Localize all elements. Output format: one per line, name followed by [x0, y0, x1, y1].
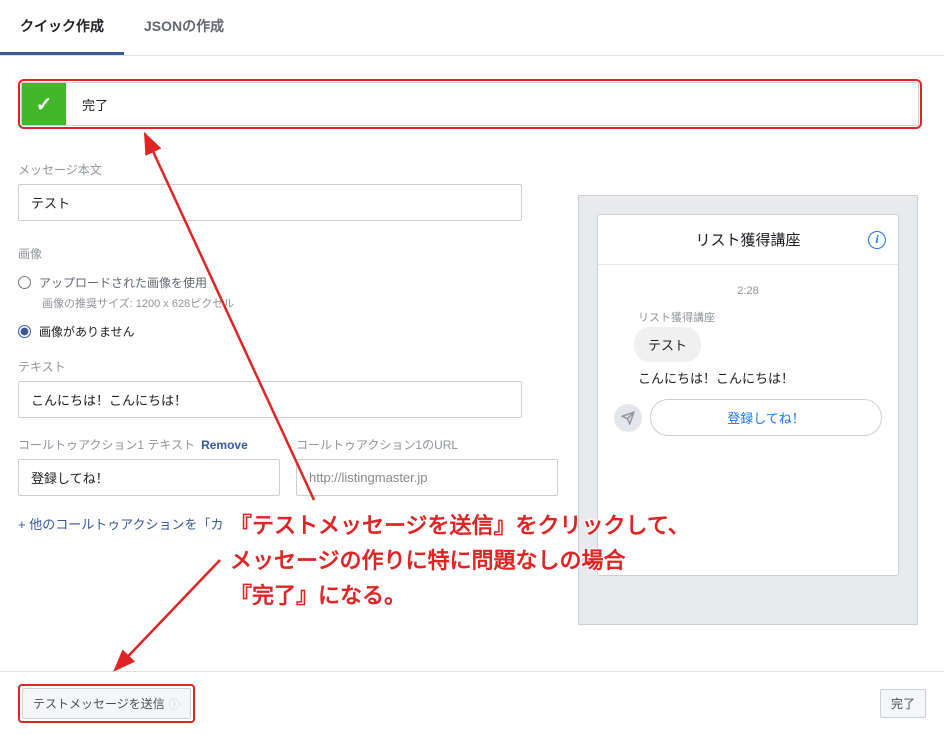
preview-panel: リスト獲得講座 i 2:28 リスト獲得講座 テスト こんにちは！こんにちは！ … — [578, 195, 918, 625]
done-button[interactable]: 完了 — [880, 689, 926, 718]
footer-bar: テストメッセージを送信 ⓘ 完了 — [0, 671, 944, 735]
radio-no-image[interactable]: 画像がありません — [18, 323, 558, 340]
radio-no-image-input[interactable] — [18, 325, 31, 338]
radio-uploaded-image[interactable]: アップロードされた画像を使用 — [18, 274, 558, 291]
preview-sender: リスト獲得講座 — [638, 309, 882, 325]
status-text: 完了 — [66, 95, 108, 114]
tabs-bar: クイック作成 JSONの作成 — [0, 0, 944, 56]
tab-json-create[interactable]: JSONの作成 — [124, 0, 244, 55]
annotation-box-status: ✓ 完了 — [18, 79, 922, 129]
cta1-text-input[interactable] — [18, 459, 280, 496]
text-label: テキスト — [18, 358, 558, 375]
message-body-label: メッセージ本文 — [18, 161, 558, 178]
check-icon: ✓ — [22, 83, 66, 125]
annotation-box-test: テストメッセージを送信 ⓘ — [18, 684, 195, 723]
preview-time: 2:28 — [614, 285, 882, 297]
preview-text-line: こんにちは！こんにちは！ — [638, 368, 882, 387]
help-icon: ⓘ — [169, 696, 180, 712]
test-message-button[interactable]: テストメッセージを送信 ⓘ — [22, 688, 191, 719]
status-banner: ✓ 完了 — [21, 82, 919, 126]
preview-title: リスト獲得講座 — [695, 229, 800, 250]
cta1-url-label: コールトゥアクション1のURL — [296, 436, 458, 453]
image-size-hint: 画像の推奨サイズ: 1200 x 628ピクセル — [42, 295, 558, 311]
nav-arrow-icon — [614, 404, 642, 432]
preview-cta-button[interactable]: 登録してね！ — [650, 399, 882, 436]
cta1-text-label: コールトゥアクション1 テキスト — [18, 436, 195, 453]
cta1-url-input[interactable] — [296, 459, 558, 496]
radio-uploaded-image-input[interactable] — [18, 276, 31, 289]
radio-no-image-label: 画像がありません — [39, 323, 135, 340]
add-cta-link[interactable]: + 他のコールトゥアクションを「カ — [18, 514, 558, 533]
text-input[interactable] — [18, 381, 522, 418]
info-icon[interactable]: i — [868, 231, 886, 249]
message-body-input[interactable] — [18, 184, 522, 221]
preview-header: リスト獲得講座 i — [598, 215, 898, 265]
tab-quick-create[interactable]: クイック作成 — [0, 0, 124, 55]
preview-bubble: テスト — [634, 327, 701, 362]
cta1-remove-link[interactable]: Remove — [201, 438, 248, 452]
preview-phone: リスト獲得講座 i 2:28 リスト獲得講座 テスト こんにちは！こんにちは！ … — [597, 214, 899, 576]
image-section-label: 画像 — [18, 245, 558, 262]
radio-uploaded-label: アップロードされた画像を使用 — [39, 274, 207, 291]
